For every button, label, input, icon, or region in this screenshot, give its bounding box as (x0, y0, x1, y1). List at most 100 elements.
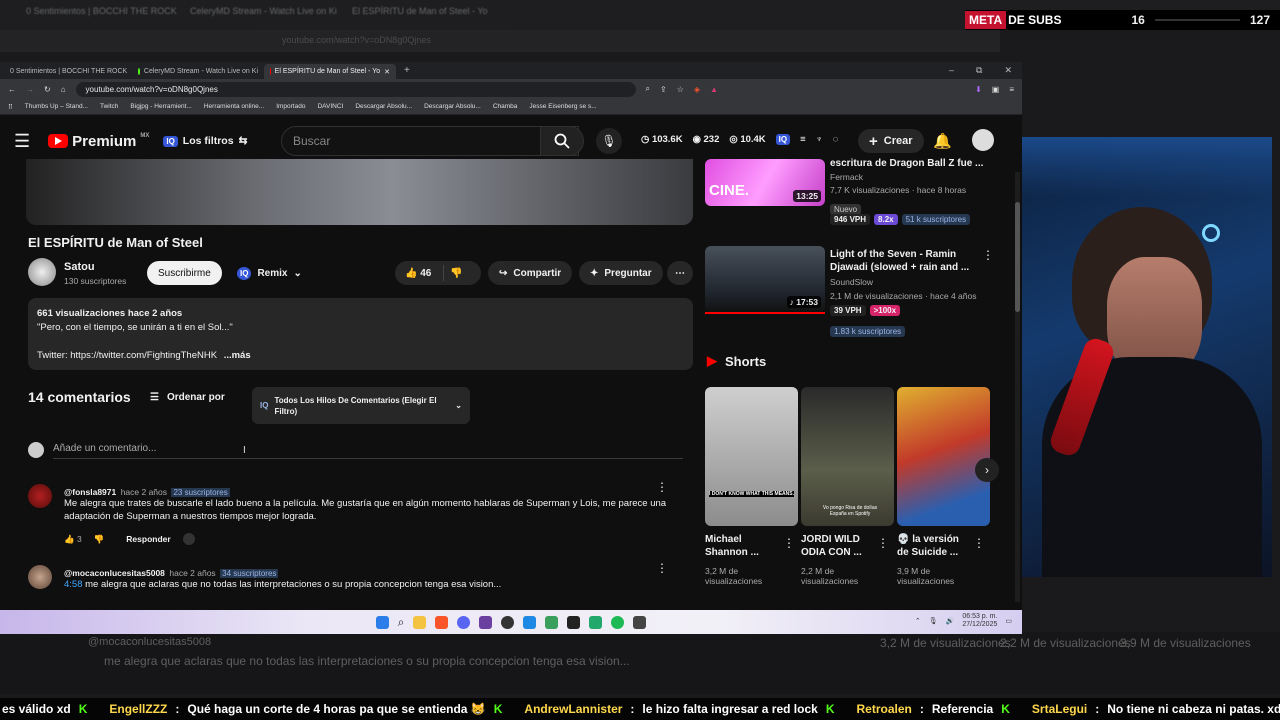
comment-handle[interactable]: @mocaconlucesitas5008 (64, 568, 165, 578)
subscribe-button[interactable]: Suscribirme (147, 261, 222, 285)
comment-like-button[interactable]: 👍 3 (64, 534, 82, 545)
volume-icon[interactable]: 🔊 (946, 617, 955, 625)
share-button[interactable]: ↪ Compartir (488, 261, 573, 285)
spotify-icon[interactable] (611, 615, 625, 629)
short-title-1[interactable]: Michael Shannon ... (705, 533, 787, 559)
comment-more-icon[interactable]: ⋮ (656, 480, 668, 494)
url-field[interactable]: youtube.com/watch?v=oDN8g0Qjnes (75, 81, 636, 97)
app-icon[interactable] (589, 615, 603, 629)
video-player[interactable] (26, 159, 693, 225)
notification-icon[interactable]: ▭ (1005, 617, 1012, 625)
close-window-icon[interactable]: ✕ (1004, 65, 1012, 76)
description-more-link[interactable]: ...más (224, 350, 251, 361)
app-icon[interactable] (479, 615, 493, 629)
file-explorer-icon[interactable] (413, 615, 427, 629)
remix-button[interactable]: IQ Remix ⌄ (231, 261, 308, 285)
bookmark-star-icon[interactable]: ☆ (677, 85, 684, 94)
short-thumbnail-1[interactable]: I DON'T KNOW WHAT THIS MEANS. (705, 387, 798, 526)
chat-icon[interactable]: ◌ (833, 134, 839, 145)
description-box[interactable]: 661 visualizaciones hace 2 años "Pero, c… (28, 298, 693, 370)
new-tab-icon[interactable]: + (396, 65, 418, 79)
tray-chevron-icon[interactable]: ⌃ (915, 617, 921, 625)
search-icon[interactable]: ⌕ (398, 615, 405, 630)
discord-icon[interactable] (457, 615, 471, 629)
short-more-icon[interactable]: ⋮ (877, 536, 889, 550)
short-more-icon[interactable]: ⋮ (973, 536, 985, 550)
share-page-icon[interactable]: ⇪ (660, 85, 667, 94)
apps-icon[interactable]: ⠿ (8, 103, 13, 111)
short-title-2[interactable]: JORDI WILD ODIA CON ... (801, 533, 876, 559)
tab-celerymd[interactable]: CeleryMD Stream - Watch Live on Ki (132, 64, 264, 79)
add-comment-input[interactable]: Añade un comentario... (53, 443, 683, 459)
short-thumbnail-3[interactable] (897, 387, 990, 526)
bookmark-2[interactable]: Twitch (100, 103, 118, 110)
channel-name[interactable]: Satou (64, 261, 95, 273)
voice-search-button[interactable]: 🎙 (596, 128, 622, 154)
comment-timestamp-link[interactable]: 4:58 (64, 579, 83, 590)
scrollbar[interactable] (1015, 172, 1020, 602)
comment-handle[interactable]: @fonsla8971 (64, 487, 116, 497)
bookmark-8[interactable]: Descargar Absolu... (424, 103, 481, 110)
related-title[interactable]: Light of the Seven - Ramin Djawadi (slow… (830, 248, 970, 274)
bookmark-4[interactable]: Herramienta online... (204, 103, 264, 110)
app-icon[interactable] (633, 615, 647, 629)
reply-button[interactable]: Responder (126, 534, 170, 544)
create-button[interactable]: + Crear (858, 129, 924, 153)
hamburger-menu-icon[interactable]: ☰ (14, 131, 30, 152)
short-thumbnail-2[interactable]: Vo pongo Risa de dolías España en Spotif… (801, 387, 894, 526)
close-tab-icon[interactable]: ✕ (384, 68, 390, 76)
filters-button[interactable]: IQ Los filtros ⇆ (163, 135, 247, 147)
commenter-avatar[interactable] (28, 484, 52, 508)
brave-shield-icon[interactable]: ◈ (694, 85, 700, 94)
related-channel[interactable]: Fermack (830, 172, 863, 182)
menu-icon[interactable]: ≡ (1009, 85, 1014, 94)
bookmark-5[interactable]: Importado (276, 103, 305, 110)
app-icon[interactable] (567, 615, 581, 629)
app-icon[interactable] (523, 615, 537, 629)
channel-avatar[interactable] (28, 258, 56, 286)
start-icon[interactable] (375, 615, 389, 629)
sort-button[interactable]: ☰ Ordenar por (150, 392, 225, 403)
short-more-icon[interactable]: ⋮ (783, 536, 795, 550)
clock[interactable]: 06:53 p. m. 27/12/2025 (962, 613, 997, 629)
trophy-icon[interactable]: ♆ (816, 134, 823, 145)
brave-icon[interactable] (435, 615, 449, 629)
search-button[interactable] (540, 126, 584, 156)
comment-more-icon[interactable]: ⋮ (656, 561, 668, 575)
reload-icon[interactable]: ↻ (44, 85, 51, 94)
youtube-premium-logo[interactable]: Premium MX (48, 133, 149, 150)
description-twitter[interactable]: Twitter: https://twitter.com/FightingThe… (37, 350, 217, 361)
comment-filter-select[interactable]: IQ Todos Los Hilos De Comentarios (Elegi… (252, 387, 470, 424)
zoom-icon[interactable]: ⌕ (646, 84, 650, 94)
notifications-bell-icon[interactable]: 🔔 (933, 132, 952, 150)
related-title[interactable]: escritura de Dragon Ball Z fue ... (830, 157, 1000, 170)
related-thumbnail[interactable]: CINE. 13:25 (705, 159, 825, 206)
app-icon[interactable] (545, 615, 559, 629)
home-icon[interactable]: ⌂ (61, 85, 66, 94)
tab-bocchi[interactable]: 0 Sentimientos | BOCCHI THE ROCK (0, 64, 132, 79)
obs-icon[interactable] (501, 615, 515, 629)
comment-dislike-icon[interactable]: 👎 (94, 534, 105, 545)
related-thumbnail[interactable]: ♪ 17:53 (705, 246, 825, 312)
bookmark-3[interactable]: Bigjpg - Herramient... (130, 103, 191, 110)
translate-icon[interactable] (182, 533, 195, 545)
forward-icon[interactable]: → (26, 85, 34, 94)
back-icon[interactable]: ← (8, 85, 16, 94)
iq-stats-icon[interactable]: IQ (775, 134, 791, 145)
list-icon[interactable]: ≡ (800, 134, 806, 145)
download-icon[interactable]: ⬇ (975, 85, 982, 94)
commenter-avatar[interactable] (28, 565, 52, 589)
bookmark-7[interactable]: Descargar Absolu... (355, 103, 412, 110)
extension-icon[interactable]: ▣ (992, 85, 1000, 94)
related-channel[interactable]: SoundSlow (830, 277, 873, 287)
bookmark-6[interactable]: DAVINCI (317, 103, 343, 110)
bookmark-1[interactable]: Thumbs Up – Stand... (25, 103, 88, 110)
account-avatar[interactable] (972, 129, 994, 151)
tab-man-of-steel[interactable]: El ESPÍRITU de Man of Steel - Yo ✕ (264, 64, 396, 79)
brave-rewards-icon[interactable]: ▲ (710, 85, 718, 94)
minimize-icon[interactable]: – (949, 65, 954, 76)
more-actions-button[interactable]: ⋯ (667, 261, 693, 285)
mic-icon[interactable]: 🎙 (929, 617, 938, 625)
scrollbar-thumb[interactable] (1015, 202, 1020, 312)
related-more-icon[interactable]: ⋮ (982, 248, 994, 262)
